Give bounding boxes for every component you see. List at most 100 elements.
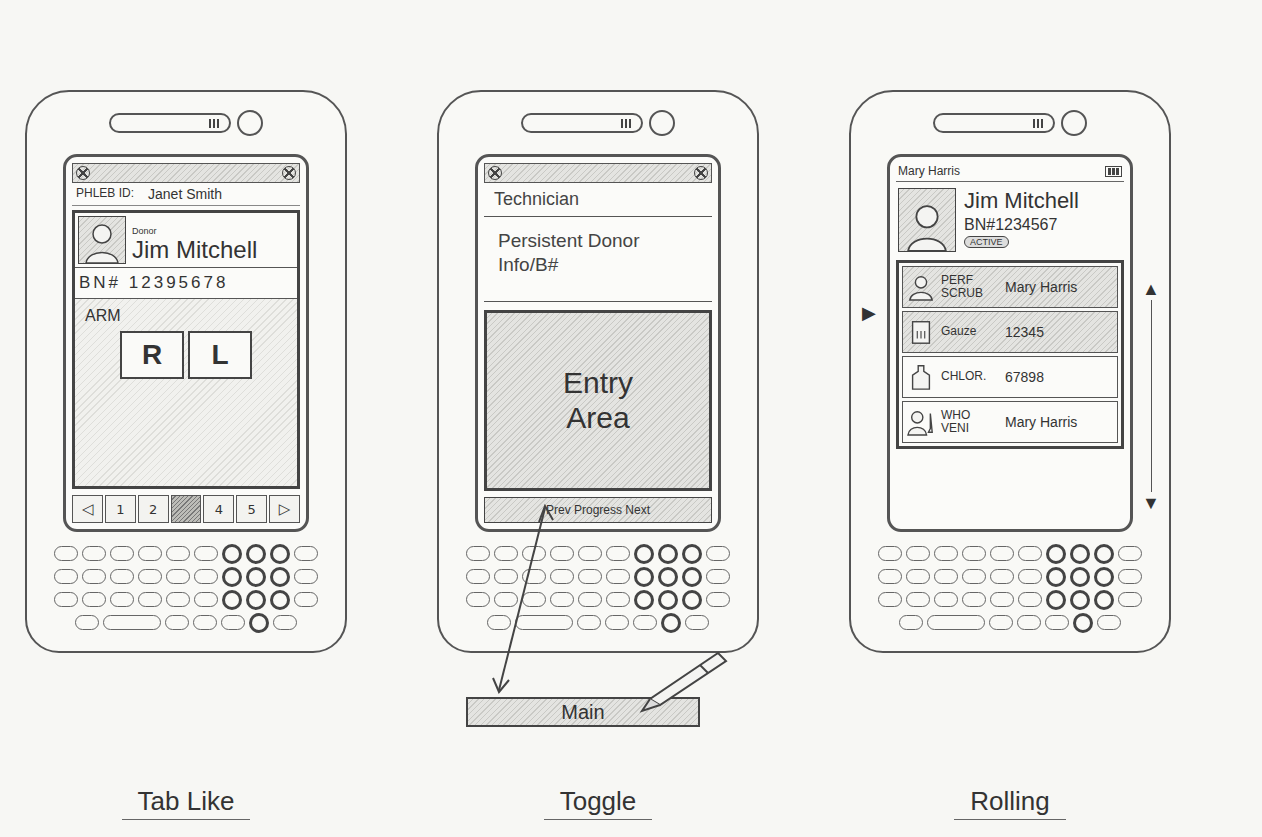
close-icon[interactable] [488,166,502,180]
key[interactable] [494,592,518,607]
key[interactable] [878,546,902,561]
key[interactable] [522,569,546,584]
key[interactable] [578,546,602,561]
key[interactable] [878,569,902,584]
key[interactable] [54,592,78,607]
key[interactable] [194,546,218,561]
key[interactable] [1046,590,1066,610]
key[interactable] [487,615,511,630]
key[interactable] [706,592,730,607]
key[interactable] [54,569,78,584]
key[interactable] [246,590,266,610]
key[interactable] [1118,546,1142,561]
pager-tab[interactable]: 2 [138,495,169,523]
key[interactable] [1046,567,1066,587]
step-row[interactable]: Gauze12345 [902,311,1118,353]
key[interactable] [110,569,134,584]
key[interactable] [1094,544,1114,564]
step-row[interactable]: WHO VENIMary Harris [902,401,1118,443]
key[interactable] [1097,615,1121,630]
key[interactable] [990,569,1014,584]
arm-option-button[interactable]: R [120,331,184,379]
key[interactable] [550,592,574,607]
key[interactable] [658,590,678,610]
key[interactable] [1070,590,1090,610]
key[interactable] [138,592,162,607]
key[interactable] [990,592,1014,607]
key[interactable] [682,544,702,564]
key[interactable] [110,546,134,561]
key[interactable] [194,569,218,584]
key[interactable] [82,592,106,607]
key[interactable] [934,592,958,607]
key[interactable] [82,546,106,561]
key[interactable] [294,592,318,607]
key[interactable] [222,590,242,610]
key[interactable] [606,546,630,561]
key[interactable] [962,569,986,584]
key[interactable] [221,615,245,630]
key[interactable] [294,569,318,584]
key[interactable] [1018,546,1042,561]
close-icon[interactable] [694,166,708,180]
key[interactable] [110,592,134,607]
key[interactable] [1118,592,1142,607]
scroll-up-button[interactable]: ▲ [1142,280,1160,298]
key[interactable] [606,569,630,584]
key[interactable] [273,615,297,630]
key[interactable] [934,569,958,584]
key[interactable] [989,615,1013,630]
key[interactable] [54,546,78,561]
key[interactable] [270,544,290,564]
prev-button[interactable]: ◁ [72,495,103,523]
key[interactable] [82,569,106,584]
key[interactable] [1094,590,1114,610]
key[interactable] [634,567,654,587]
key[interactable] [270,590,290,610]
next-button[interactable]: ▷ [269,495,300,523]
key[interactable] [466,569,490,584]
key[interactable] [249,613,269,633]
key[interactable] [270,567,290,587]
key[interactable] [990,546,1014,561]
key[interactable] [606,592,630,607]
key[interactable] [962,592,986,607]
step-row[interactable]: PERF SCRUBMary Harris [902,266,1118,308]
key[interactable] [138,569,162,584]
key[interactable] [658,544,678,564]
key[interactable] [494,569,518,584]
key[interactable] [246,567,266,587]
key[interactable] [222,544,242,564]
key[interactable] [934,546,958,561]
key[interactable] [906,546,930,561]
key[interactable] [634,544,654,564]
key[interactable] [685,615,709,630]
key[interactable] [1070,544,1090,564]
key[interactable] [706,569,730,584]
key[interactable] [166,546,190,561]
key[interactable] [577,615,601,630]
key[interactable] [166,569,190,584]
key[interactable] [466,592,490,607]
key[interactable] [661,613,681,633]
key[interactable] [1070,567,1090,587]
key[interactable] [1018,569,1042,584]
key[interactable] [75,615,99,630]
key[interactable] [246,544,266,564]
key[interactable] [194,592,218,607]
key[interactable] [550,546,574,561]
key[interactable] [899,615,923,630]
close-icon[interactable] [282,166,296,180]
key[interactable] [1094,567,1114,587]
key[interactable] [165,615,189,630]
key[interactable] [682,567,702,587]
pager-tab[interactable]: 5 [236,495,267,523]
key[interactable] [1046,544,1066,564]
key[interactable] [1018,592,1042,607]
step-row[interactable]: CHLOR.67898 [902,356,1118,398]
scroll-down-button[interactable]: ▼ [1142,494,1160,512]
progress-bar[interactable]: Prev Progress Next [484,497,712,523]
key[interactable] [1073,613,1093,633]
key[interactable] [927,615,985,630]
key[interactable] [578,569,602,584]
